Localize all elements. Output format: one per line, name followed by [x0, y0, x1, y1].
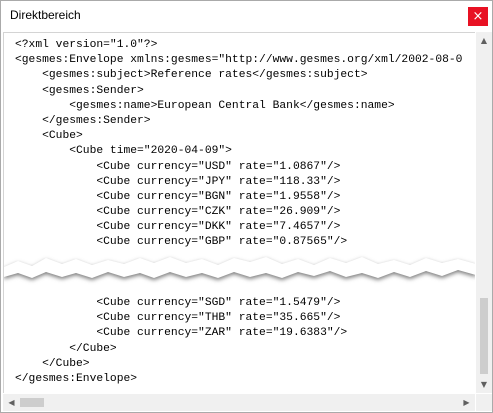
immediate-window: Direktbereich × <?xml version="1.0"?> <ge…	[0, 0, 493, 413]
horizontal-scrollbar[interactable]: ◀ ▶	[3, 394, 475, 411]
horizontal-scroll-thumb[interactable]	[20, 398, 44, 407]
torn-edge-separator	[4, 257, 475, 280]
window-title: Direktbereich	[10, 8, 81, 22]
code-line: <Cube time="2020-04-09">	[15, 145, 232, 158]
code-line: <Cube currency="SGD" rate="1.5479"/>	[15, 297, 341, 309]
scroll-left-arrow-icon[interactable]: ◀	[3, 394, 20, 411]
code-line: <Cube currency="USD" rate="1.0867"/>	[15, 160, 341, 173]
code-line: </gesmes:Envelope>	[15, 372, 138, 385]
code-text-top[interactable]: <?xml version="1.0"?> <gesmes:Envelope xm…	[15, 38, 462, 251]
code-line: <Cube currency="ZAR" rate="19.6383"/>	[15, 327, 348, 340]
code-line: <gesmes:subject>Reference rates</gesmes:…	[15, 69, 368, 82]
vertical-scrollbar[interactable]: ▲ ▼	[476, 32, 492, 393]
scrollbar-corner	[476, 394, 492, 411]
code-line: <Cube currency="CZK" rate="26.909"/>	[15, 206, 341, 219]
code-area[interactable]: <?xml version="1.0"?> <gesmes:Envelope xm…	[3, 32, 475, 393]
code-text-bottom[interactable]: <Cube currency="SGD" rate="1.5479"/> <Cu…	[15, 296, 347, 387]
code-line: <Cube currency="THB" rate="35.665"/>	[15, 312, 341, 325]
scroll-up-arrow-icon[interactable]: ▲	[476, 32, 492, 49]
close-button[interactable]: ×	[468, 7, 488, 26]
code-line: </Cube>	[15, 342, 117, 355]
title-bar: Direktbereich ×	[1, 1, 492, 31]
code-line: </gesmes:Sender>	[15, 114, 151, 127]
code-line: <gesmes:Sender>	[15, 84, 144, 97]
scroll-right-arrow-icon[interactable]: ▶	[458, 394, 475, 411]
code-line: </Cube>	[15, 357, 90, 370]
code-line: <Cube currency="DKK" rate="7.4657"/>	[15, 221, 341, 234]
code-line: <Cube>	[15, 130, 83, 143]
vertical-scroll-thumb[interactable]	[480, 298, 488, 374]
code-line: <gesmes:Envelope xmlns:gesmes="http://ww…	[15, 54, 463, 67]
scroll-down-arrow-icon[interactable]: ▼	[476, 376, 492, 393]
code-line: <Cube currency="JPY" rate="118.33"/>	[15, 175, 341, 188]
code-line: <gesmes:name>European Central Bank</gesm…	[15, 99, 395, 112]
code-line: <Cube currency="BGN" rate="1.9558"/>	[15, 190, 341, 203]
code-line: <?xml version="1.0"?>	[15, 39, 158, 51]
